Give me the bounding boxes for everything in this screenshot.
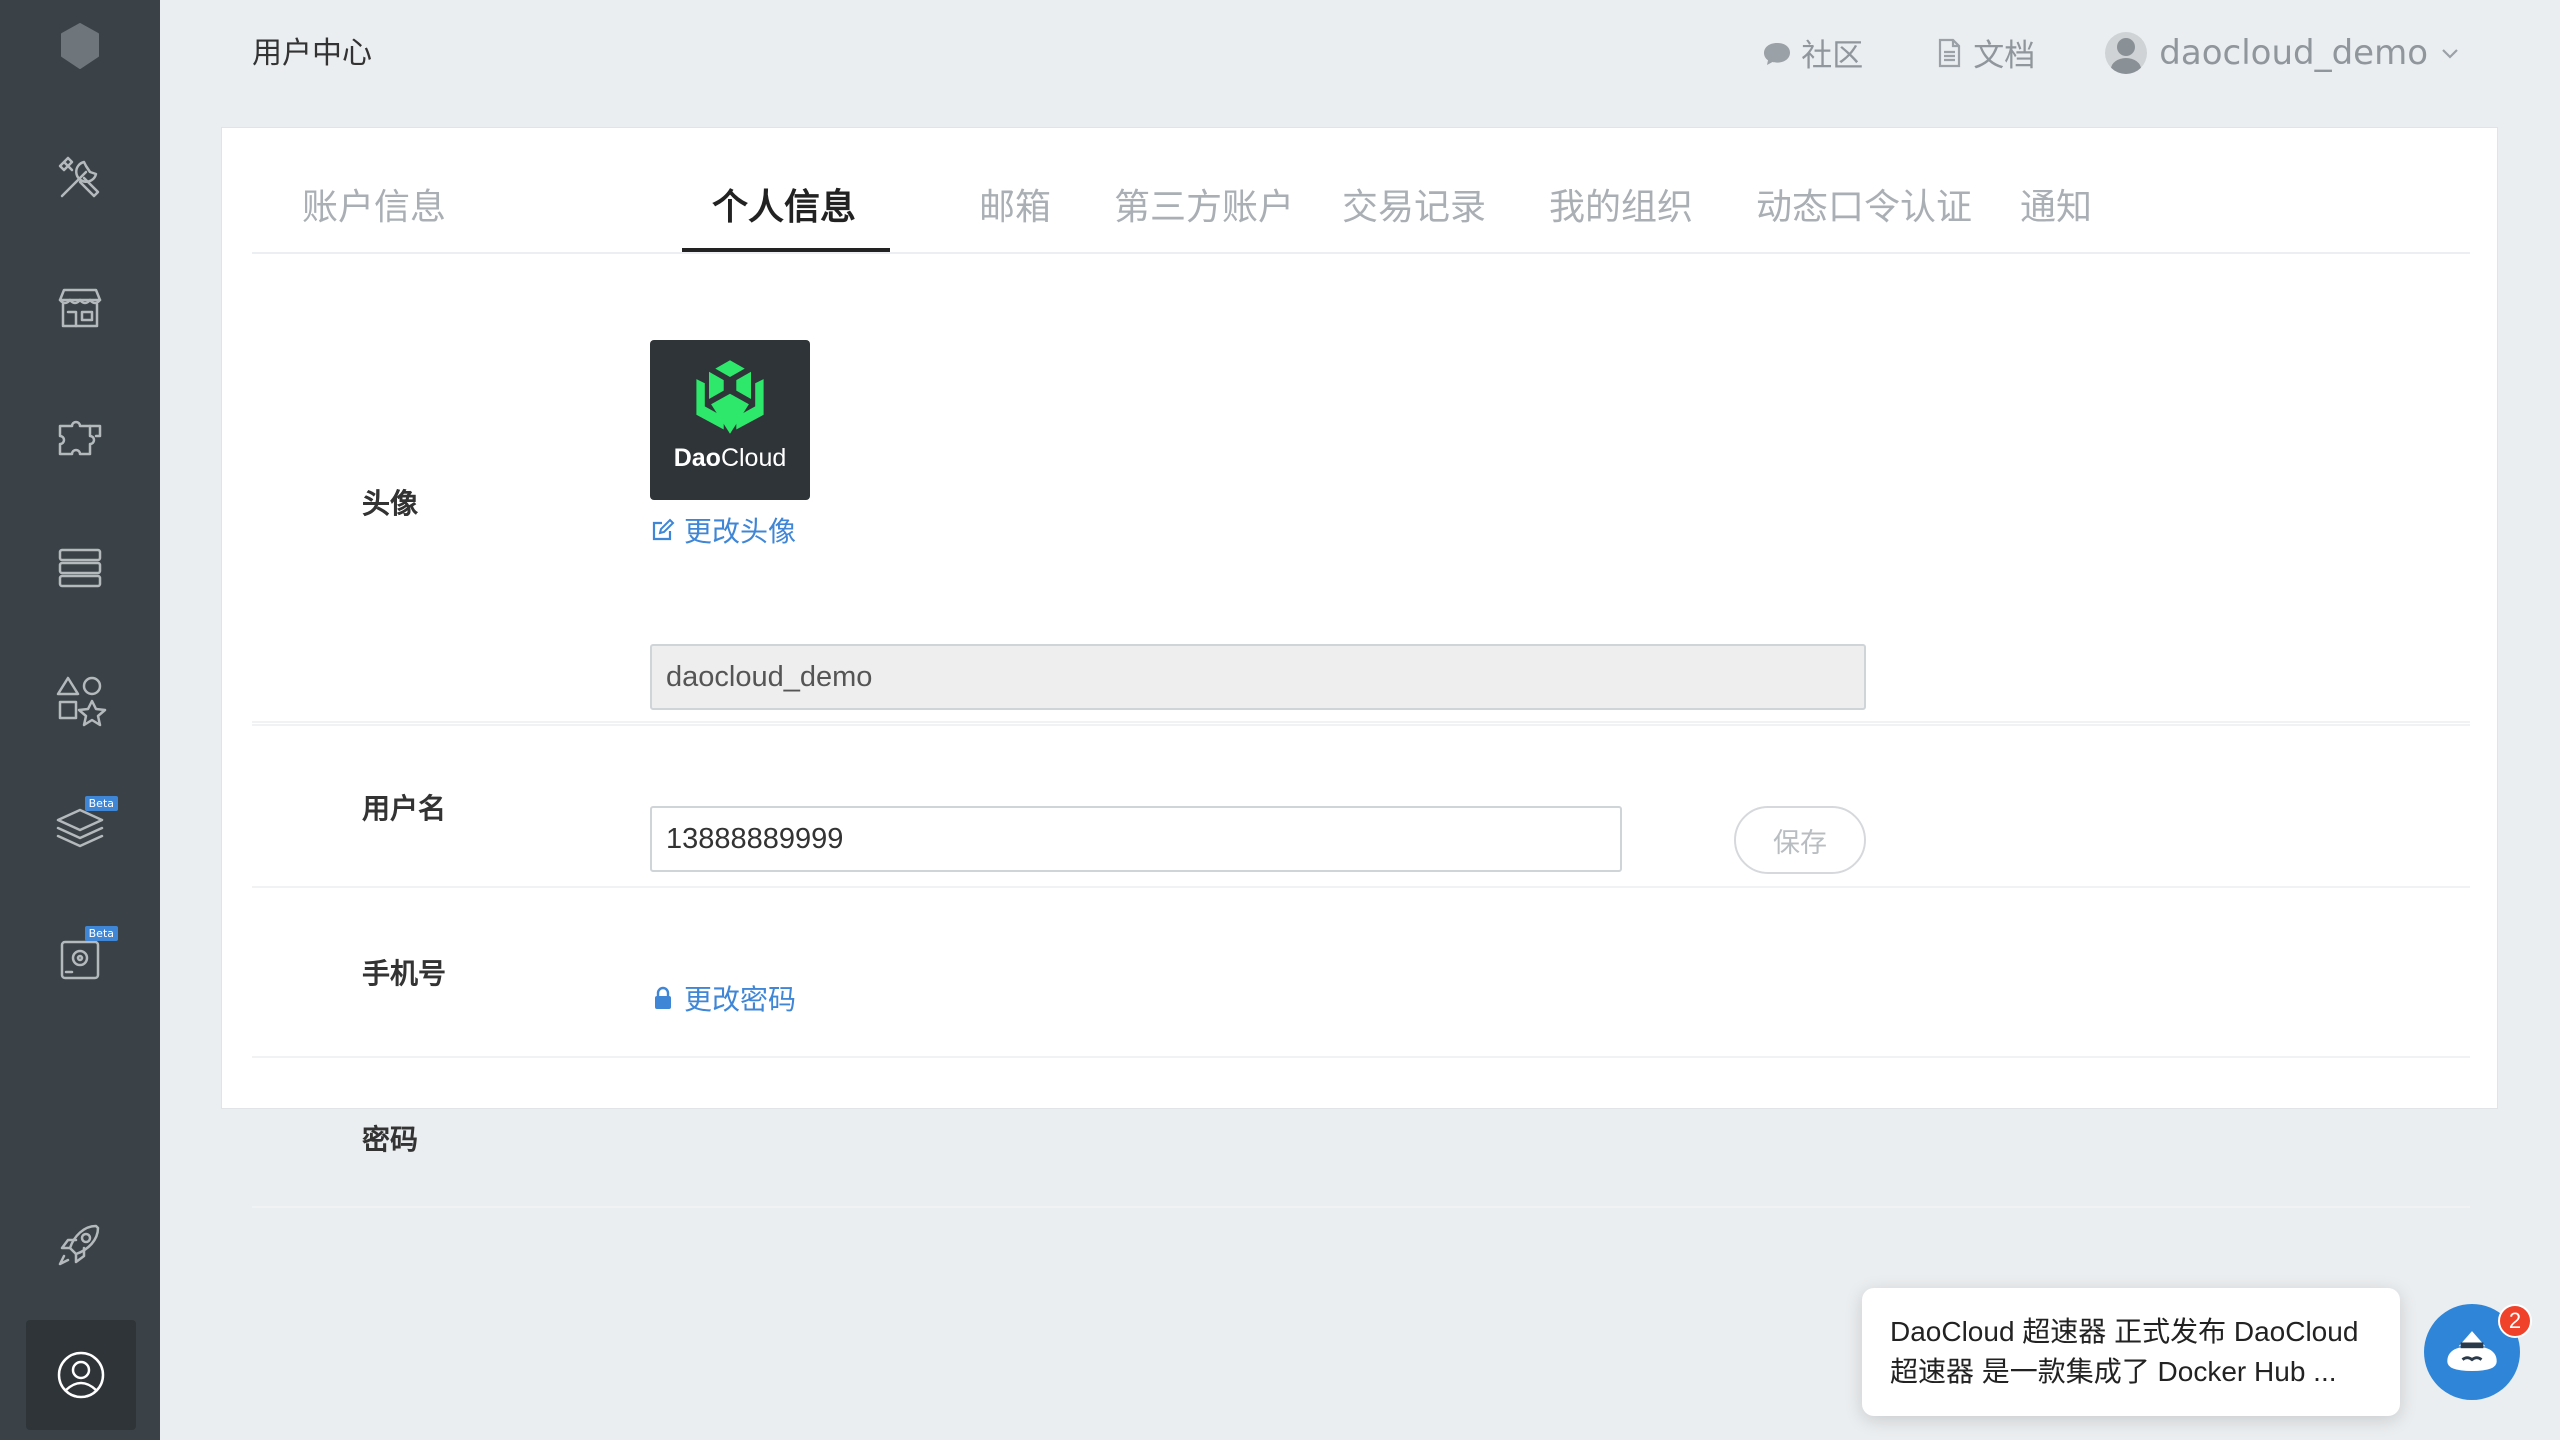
phone-section: 手机号 bbox=[252, 888, 2470, 1058]
page-title: 用户中心 bbox=[252, 36, 372, 71]
password-row-label: 密码 bbox=[362, 1123, 419, 1156]
user-menu[interactable]: daocloud_demo bbox=[2105, 31, 2460, 74]
tab-notifications[interactable]: 通知 bbox=[2020, 178, 2092, 230]
user-circle-icon[interactable] bbox=[26, 1320, 136, 1430]
layers-icon[interactable]: Beta bbox=[40, 788, 120, 868]
change-avatar-label: 更改头像 bbox=[684, 515, 797, 548]
beta-badge: Beta bbox=[84, 796, 118, 811]
avatar bbox=[2105, 31, 2148, 74]
save-button[interactable]: 保存 bbox=[1734, 806, 1866, 874]
chat-line-2: 超速器 是一款集成了 Docker Hub ... bbox=[1890, 1356, 2337, 1387]
phone-row-label: 手机号 bbox=[362, 957, 447, 990]
tab-personal-info[interactable]: 个人信息 bbox=[712, 178, 856, 230]
active-tab-indicator bbox=[682, 248, 890, 252]
top-nav: 社区 文档 daocloud_demo bbox=[1761, 30, 2460, 75]
disk-icon[interactable]: Beta bbox=[40, 918, 120, 998]
community-link[interactable]: 社区 bbox=[1761, 30, 1863, 75]
document-icon bbox=[1939, 38, 1961, 67]
chevron-down-icon bbox=[2442, 48, 2458, 59]
tab-email[interactable]: 邮箱 bbox=[979, 178, 1051, 230]
tab-otp-auth[interactable]: 动态口令认证 bbox=[1756, 178, 1972, 230]
tab-organizations[interactable]: 我的组织 bbox=[1549, 178, 1693, 230]
beta-badge: Beta bbox=[84, 926, 118, 941]
phone-field[interactable]: 13888889999 bbox=[650, 806, 1622, 872]
tab-account-info[interactable]: 账户信息 bbox=[302, 178, 446, 230]
username-label: daocloud_demo bbox=[2159, 32, 2428, 73]
cube-logo-icon[interactable] bbox=[40, 6, 120, 86]
username-row-label: 用户名 bbox=[362, 792, 447, 825]
change-avatar-link[interactable]: 更改头像 bbox=[650, 510, 796, 550]
tab-transactions[interactable]: 交易记录 bbox=[1342, 178, 1486, 230]
daocloud-logo-icon bbox=[696, 360, 764, 434]
rocket-icon[interactable] bbox=[40, 1204, 120, 1284]
tools-icon[interactable] bbox=[40, 138, 120, 218]
store-icon[interactable] bbox=[40, 268, 120, 348]
password-section: 密码 bbox=[252, 1058, 2470, 1208]
username-field[interactable]: daocloud_demo bbox=[650, 644, 1866, 710]
avatar-brand-text: DaoCloud bbox=[673, 444, 787, 472]
speech-bubble-icon bbox=[1764, 42, 1791, 65]
tab-third-party[interactable]: 第三方账户 bbox=[1114, 178, 1294, 230]
tab-bar: 账户信息 个人信息 邮箱 第三方账户 交易记录 我的组织 动态口令认证 通知 bbox=[252, 128, 2470, 254]
change-password-link[interactable]: 更改密码 bbox=[650, 978, 796, 1018]
avatar-row-label: 头像 bbox=[362, 487, 419, 520]
unread-badge: 2 bbox=[2498, 1304, 2532, 1338]
change-password-label: 更改密码 bbox=[684, 983, 797, 1016]
chat-line-1: DaoCloud 超速器 正式发布 DaoCloud bbox=[1890, 1316, 2359, 1347]
shapes-icon[interactable] bbox=[40, 658, 120, 738]
profile-card: 账户信息 个人信息 邮箱 第三方账户 交易记录 我的组织 动态口令认证 通知 头… bbox=[221, 127, 2498, 1208]
edit-icon bbox=[652, 518, 675, 541]
avatar-image: DaoCloud bbox=[650, 340, 810, 500]
sidebar: Beta Beta bbox=[0, 0, 160, 1440]
community-label: 社区 bbox=[1801, 38, 1864, 74]
docs-label: 文档 bbox=[1973, 38, 2036, 74]
server-icon[interactable] bbox=[40, 528, 120, 608]
chat-message-preview[interactable]: DaoCloud 超速器 正式发布 DaoCloud 超速器 是一款集成了 Do… bbox=[1862, 1288, 2400, 1416]
puzzle-icon[interactable] bbox=[40, 398, 120, 478]
lock-icon bbox=[655, 986, 671, 1009]
docs-link[interactable]: 文档 bbox=[1933, 30, 2035, 75]
